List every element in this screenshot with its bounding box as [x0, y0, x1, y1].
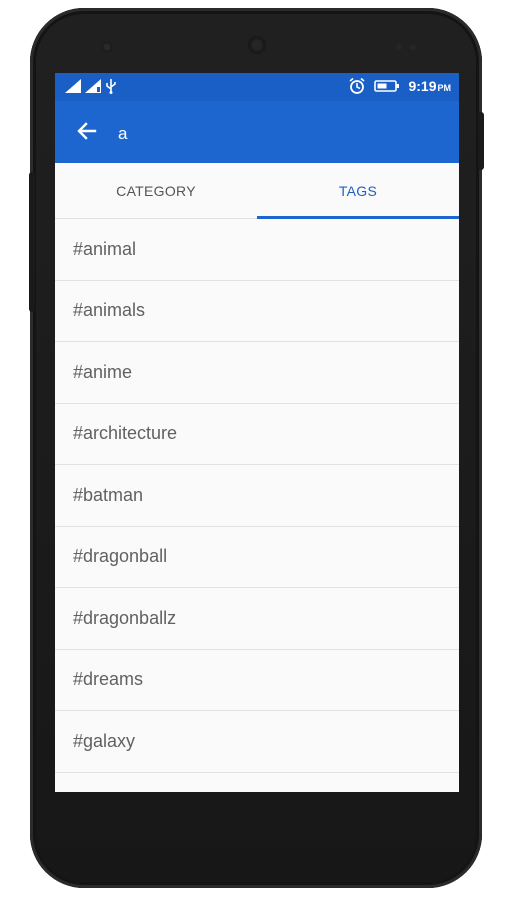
usb-icon — [106, 79, 116, 94]
earpiece-icon — [102, 42, 112, 52]
tab-bar: CATEGORY TAGS — [55, 163, 459, 219]
sensor-icon — [396, 44, 402, 50]
list-item-tag[interactable]: #batman — [55, 465, 459, 527]
front-camera-icon — [248, 36, 266, 54]
clock-time: 9:19 — [408, 78, 437, 94]
sensor-icon — [410, 44, 416, 50]
screen: 9:19PM a CATEGORY TAGS #animal #animals … — [55, 73, 459, 792]
tab-tags[interactable]: TAGS — [257, 163, 459, 218]
back-button[interactable] — [73, 117, 101, 145]
clock: 9:19PM — [408, 78, 451, 94]
list-item-tag[interactable]: #dreams — [55, 649, 459, 711]
search-input[interactable]: a — [118, 124, 127, 144]
list-item-tag[interactable]: #dragonballz — [55, 588, 459, 650]
clock-ampm: PM — [437, 83, 452, 93]
tab-category[interactable]: CATEGORY — [55, 163, 257, 218]
list-item-tag[interactable]: #dragonball — [55, 526, 459, 588]
list-item-tag[interactable]: #animals — [55, 280, 459, 342]
arrow-back-icon — [77, 122, 97, 140]
signal-icon — [65, 79, 81, 93]
list-item-tag[interactable]: #galaxy — [55, 711, 459, 773]
list-item-tag[interactable]: #architecture — [55, 403, 459, 465]
alarm-icon — [349, 77, 365, 94]
list-item-tag[interactable]: #animal — [55, 219, 459, 281]
status-bar: 9:19PM — [55, 73, 459, 101]
power-button — [478, 112, 484, 170]
battery-icon — [374, 80, 400, 92]
app-bar: a — [55, 101, 459, 163]
volume-button — [29, 172, 35, 312]
list-item-tag[interactable]: #anime — [55, 342, 459, 404]
tag-list: #animal #animals #anime #architecture #b… — [55, 219, 459, 773]
signal-icon — [85, 79, 101, 93]
